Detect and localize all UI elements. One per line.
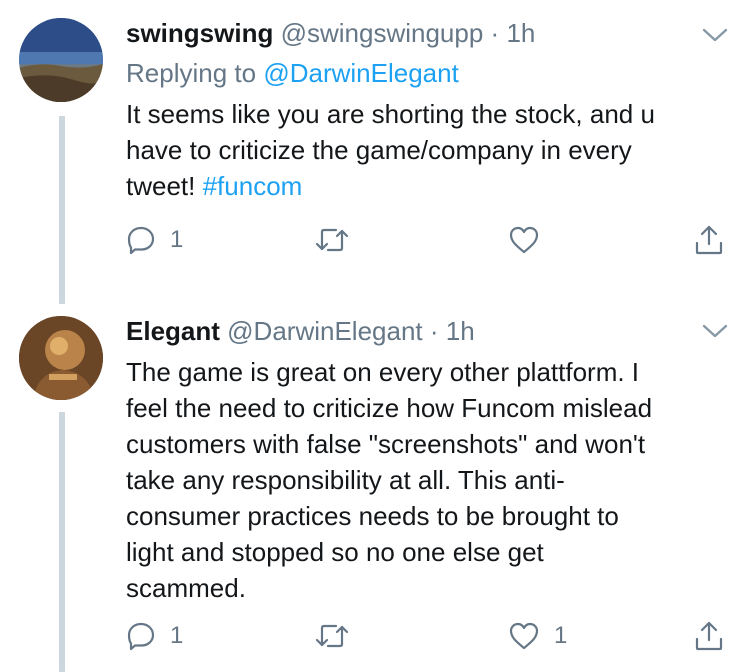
replying-to: Replying to @DarwinElegant bbox=[126, 58, 459, 88]
retweet-button[interactable] bbox=[314, 222, 350, 258]
retweet-icon bbox=[315, 624, 349, 648]
user-handle[interactable]: @DarwinElegant bbox=[227, 316, 422, 346]
tweet-text-line: customers with false "screenshots" and w… bbox=[126, 429, 646, 459]
tweet-actions: 1 1 bbox=[126, 618, 750, 654]
avatar[interactable] bbox=[19, 316, 103, 400]
tweet-text-line: tweet! #funcom bbox=[126, 168, 726, 204]
retweet-button[interactable] bbox=[314, 618, 350, 654]
reply-count: 1 bbox=[170, 622, 184, 649]
reply-button[interactable]: 1 bbox=[126, 222, 183, 258]
thread-line bbox=[59, 116, 65, 304]
tweet-text-line: consumer practices needs to be brought t… bbox=[126, 501, 619, 531]
retweet-icon bbox=[315, 228, 349, 252]
tweet-header: Elegant @DarwinElegant · 1h bbox=[126, 316, 475, 346]
like-count: 1 bbox=[554, 622, 568, 649]
like-button[interactable]: 1 bbox=[508, 618, 567, 654]
chevron-down-icon[interactable] bbox=[702, 27, 728, 43]
share-button[interactable] bbox=[694, 222, 724, 258]
reply-icon bbox=[127, 226, 155, 255]
reply-button[interactable]: 1 bbox=[126, 618, 183, 654]
tweet-text-fragment: tweet! bbox=[126, 171, 203, 201]
tweet-text-line: light and stopped so no one else get bbox=[126, 537, 544, 567]
share-icon bbox=[695, 621, 723, 651]
like-icon bbox=[509, 622, 539, 650]
hashtag-link[interactable]: #funcom bbox=[203, 171, 303, 201]
avatar-character-image bbox=[19, 316, 103, 400]
share-button[interactable] bbox=[694, 618, 724, 654]
replying-to-link[interactable]: @DarwinElegant bbox=[263, 58, 458, 88]
tweet-text-line: feel the need to criticize how Funcom mi… bbox=[126, 393, 653, 423]
reply-icon bbox=[127, 622, 155, 651]
tweet-text-line: have to criticize the game/company in ev… bbox=[126, 135, 632, 165]
timestamp[interactable]: 1h bbox=[506, 18, 535, 48]
user-handle[interactable]: @swingswingupp bbox=[281, 18, 484, 48]
tweet-text: It seems like you are shorting the stock… bbox=[126, 96, 726, 204]
separator: · bbox=[429, 316, 439, 346]
tweet[interactable]: swingswing @swingswingupp · 1h Replying … bbox=[0, 0, 750, 304]
tweet-text-line: It seems like you are shorting the stock… bbox=[126, 99, 655, 129]
display-name[interactable]: Elegant bbox=[126, 316, 220, 346]
like-button[interactable] bbox=[508, 222, 554, 258]
reply-count: 1 bbox=[170, 226, 184, 253]
timestamp[interactable]: 1h bbox=[446, 316, 475, 346]
replying-to-label: Replying to bbox=[126, 58, 264, 88]
tweet-text-line: scammed. bbox=[126, 573, 246, 603]
display-name[interactable]: swingswing bbox=[126, 18, 273, 48]
chevron-down-icon[interactable] bbox=[702, 323, 728, 339]
thread-line bbox=[59, 412, 65, 672]
tweet-text-line: take any responsibility at all. This ant… bbox=[126, 465, 565, 495]
avatar-landscape-image bbox=[19, 18, 103, 102]
tweet[interactable]: Elegant @DarwinElegant · 1h The game is … bbox=[0, 300, 750, 672]
tweet-text-line: The game is great on every other plattfo… bbox=[126, 357, 640, 387]
share-icon bbox=[695, 225, 723, 255]
tweet-text: The game is great on every other plattfo… bbox=[126, 354, 726, 606]
tweet-header: swingswing @swingswingupp · 1h bbox=[126, 18, 535, 48]
tweet-actions: 1 bbox=[126, 222, 750, 258]
separator: · bbox=[490, 18, 500, 48]
avatar[interactable] bbox=[19, 18, 103, 102]
like-icon bbox=[509, 226, 539, 254]
